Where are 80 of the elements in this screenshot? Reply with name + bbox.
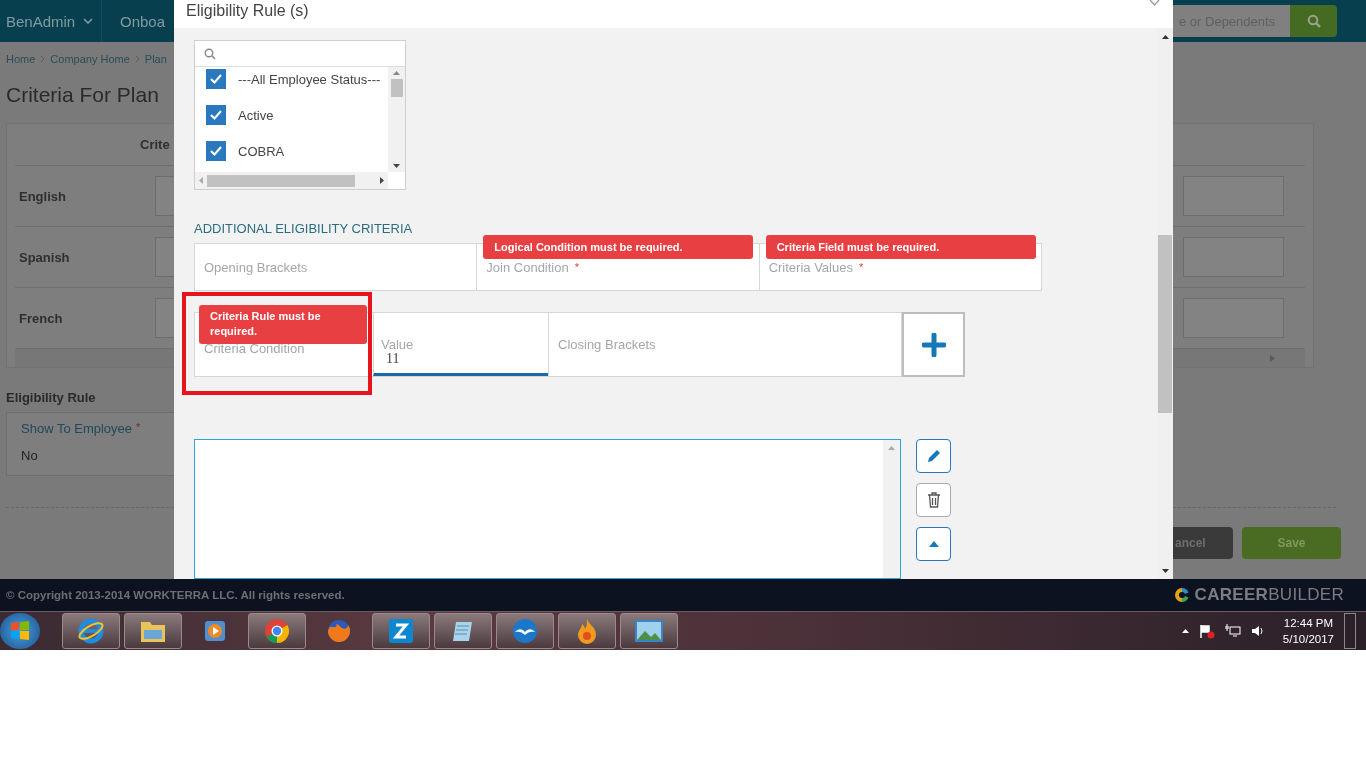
save-button[interactable]: Save: [1242, 527, 1341, 559]
nav-menu-item[interactable]: BenAdmin: [0, 0, 102, 42]
search-icon: [204, 47, 216, 60]
checkbox[interactable]: [206, 105, 226, 125]
search-icon: [1306, 14, 1321, 28]
scroll-down-arrow-icon[interactable]: [393, 164, 400, 168]
scroll-thumb[interactable]: [1158, 235, 1172, 413]
taskbar-app-button[interactable]: [248, 613, 306, 649]
checkbox[interactable]: [206, 69, 226, 89]
scroll-thumb[interactable]: [390, 79, 403, 97]
add-button[interactable]: [902, 312, 965, 377]
required-mark: *: [136, 421, 141, 435]
taskbar-app-button[interactable]: [496, 613, 554, 649]
windows-logo-icon: [9, 620, 31, 642]
language-label: English: [18, 188, 67, 204]
start-button[interactable]: [0, 613, 40, 649]
column-header: Crite: [140, 137, 170, 152]
section-heading: ADDITIONAL ELIGIBILITY CRITERIA: [194, 221, 414, 236]
edit-button[interactable]: [916, 439, 951, 473]
checkbox[interactable]: [206, 141, 226, 161]
vertical-scrollbar[interactable]: [388, 67, 405, 172]
close-icon[interactable]: [1149, 0, 1160, 8]
search-button[interactable]: [1290, 5, 1337, 37]
scroll-thumb[interactable]: [207, 174, 355, 187]
taskbar-app-button[interactable]: [558, 613, 616, 649]
clock[interactable]: 12:44 PM 5/10/2017: [1282, 615, 1334, 647]
language-label: Spanish: [18, 249, 71, 265]
scroll-right-arrow-icon[interactable]: [380, 177, 384, 184]
chevron-down-icon: [83, 18, 94, 24]
triangle-up-icon: [928, 541, 939, 547]
page-title: Criteria For Plan: [6, 83, 159, 108]
play-icon: [202, 618, 228, 644]
globe-icon: [325, 617, 353, 645]
taskbar-app-button[interactable]: [124, 613, 182, 649]
status-option[interactable]: Active: [195, 97, 388, 133]
show-hidden-icons-icon[interactable]: [1181, 629, 1189, 633]
field-value: No: [21, 448, 39, 463]
clock-date: 5/10/2017: [1282, 632, 1334, 647]
check-icon: [209, 73, 223, 85]
section-heading: Eligibility Rule: [5, 389, 97, 406]
show-desktop-button[interactable]: [1344, 613, 1356, 649]
horizontal-scrollbar[interactable]: [195, 172, 388, 189]
plus-icon: [921, 332, 946, 357]
clock-time: 12:44 PM: [1283, 616, 1334, 631]
speaker-icon[interactable]: [1250, 625, 1265, 637]
pencil-icon: [925, 448, 942, 464]
nav-menu-item[interactable]: Onboa: [114, 0, 172, 42]
status-option[interactable]: COBRA: [195, 133, 388, 169]
breadcrumb-link[interactable]: Plan: [144, 53, 167, 65]
letter-e-icon: [77, 617, 105, 645]
chevron-right-icon: [134, 55, 140, 63]
field-label: Show To Employee: [21, 421, 133, 436]
taskbar-app-button[interactable]: [372, 613, 430, 649]
logo-icon: [1173, 587, 1190, 603]
taskbar-app-button[interactable]: [62, 613, 120, 649]
image-icon: [634, 619, 664, 643]
check-icon: [209, 145, 223, 157]
copyright-text: © Copyright 2013-2014 WORKTERRA LLC. All rights reserved.: [6, 589, 345, 601]
taskbar-app-button[interactable]: [434, 613, 492, 649]
delete-button[interactable]: [916, 483, 951, 517]
move-up-button[interactable]: [916, 527, 951, 561]
language-label: French: [18, 310, 64, 326]
status-multiselect[interactable]: ---All Employee Status--- Active COBRA: [194, 40, 406, 190]
scroll-up-arrow-icon[interactable]: [1161, 35, 1169, 39]
trash-icon: [926, 492, 941, 508]
app-icon: [388, 618, 414, 644]
brand-logo-text: CAREERBUILDER: [1194, 585, 1344, 605]
scroll-down-arrow-icon[interactable]: [1161, 569, 1169, 573]
modal-title: Eligibility Rule (s): [185, 2, 309, 20]
flag-icon[interactable]: [1198, 623, 1215, 639]
browser-icon: [263, 617, 291, 645]
check-icon: [209, 109, 223, 121]
bird-icon: [511, 617, 539, 645]
flame-icon: [575, 617, 599, 645]
network-icon[interactable]: [1224, 624, 1241, 638]
taskbar-app-button[interactable]: [620, 613, 678, 649]
breadcrumb-link[interactable]: Company Home: [50, 53, 130, 65]
chevron-right-icon: [40, 55, 46, 63]
breadcrumb-link[interactable]: Home: [6, 53, 36, 65]
status-option[interactable]: ---All Employee Status---: [195, 67, 388, 97]
